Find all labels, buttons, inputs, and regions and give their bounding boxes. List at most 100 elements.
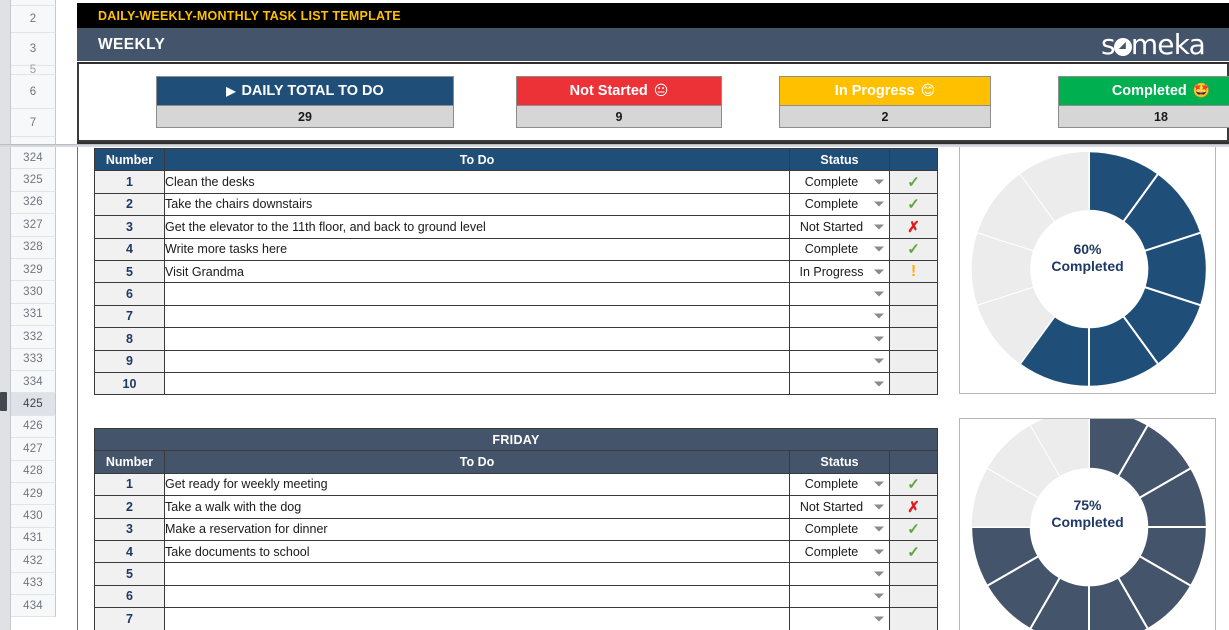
row-header-cell[interactable]: 425	[11, 393, 56, 416]
task-cell[interactable]	[164, 584, 790, 609]
task-cell[interactable]	[164, 327, 790, 351]
row-header-cell[interactable]: 7	[11, 109, 56, 137]
task-cell[interactable]	[164, 562, 790, 586]
status-dropdown[interactable]: Complete	[789, 472, 890, 497]
chevron-down-icon[interactable]	[874, 358, 884, 364]
status-dropdown[interactable]: In Progress	[789, 259, 890, 284]
status-dropdown[interactable]	[789, 607, 890, 630]
row-header-cell[interactable]: 3	[11, 33, 56, 66]
task-cell[interactable]: Get ready for weekly meeting	[164, 472, 790, 497]
status-indicator-cell: ✓	[889, 170, 938, 194]
task-cell[interactable]: Take a walk with the dog	[164, 495, 790, 519]
table-row: 2 Take a walk with the dog Not Started ✗	[94, 495, 938, 519]
kpi-emoji-icon: 😐	[653, 83, 669, 99]
cross-icon: ✗	[907, 498, 920, 516]
status-dropdown[interactable]: Complete	[789, 237, 890, 261]
status-dropdown[interactable]: Not Started	[789, 215, 890, 239]
task-cell[interactable]: Write more tasks here	[164, 237, 790, 261]
chevron-down-icon[interactable]	[874, 504, 884, 510]
task-cell[interactable]	[164, 349, 790, 373]
status-indicator-cell	[889, 584, 938, 609]
row-header-cell[interactable]: 331	[11, 303, 56, 327]
status-dropdown[interactable]	[789, 349, 890, 373]
chevron-down-icon[interactable]	[874, 201, 884, 207]
chevron-down-icon[interactable]	[874, 616, 884, 622]
column-header-to-do[interactable]: To Do	[164, 147, 790, 172]
task-cell[interactable]	[164, 371, 790, 396]
column-header-number[interactable]: Number	[94, 450, 165, 474]
row-header-cell[interactable]: 428	[11, 460, 56, 483]
status-dropdown[interactable]	[789, 304, 890, 329]
kpi-card: Not Started 😐 9	[516, 76, 722, 128]
row-header-cell[interactable]: 329	[11, 259, 56, 282]
row-header-cell[interactable]: 330	[11, 281, 56, 304]
chevron-down-icon[interactable]	[874, 571, 884, 577]
status-dropdown[interactable]	[789, 562, 890, 586]
status-dropdown[interactable]: Complete	[789, 192, 890, 217]
task-cell[interactable]	[164, 607, 790, 630]
chevron-down-icon[interactable]	[874, 549, 884, 555]
chevron-down-icon[interactable]	[874, 179, 884, 185]
column-header-number[interactable]: Number	[94, 147, 165, 172]
column-header-to-do[interactable]: To Do	[164, 450, 790, 474]
todo-table-block: Number To Do Status 1 Clean the desks Complet…	[94, 147, 938, 396]
row-header-cell[interactable]: 434	[11, 595, 56, 618]
column-header-status[interactable]: Status	[789, 147, 890, 172]
status-dropdown[interactable]	[789, 584, 890, 609]
chevron-down-icon[interactable]	[874, 313, 884, 319]
chevron-down-icon[interactable]	[874, 336, 884, 342]
row-header-cell[interactable]: 432	[11, 550, 56, 573]
row-header-cell[interactable]: 427	[11, 438, 56, 461]
status-dropdown[interactable]: Complete	[789, 170, 890, 194]
status-dropdown[interactable]	[789, 282, 890, 306]
task-cell[interactable]	[164, 304, 790, 329]
task-cell[interactable]: Clean the desks	[164, 170, 790, 194]
row-header-cell[interactable]: 429	[11, 483, 56, 506]
task-cell[interactable]: Get the elevator to the 11th floor, and …	[164, 215, 790, 239]
task-cell[interactable]: Visit Grandma	[164, 259, 790, 284]
row-header-cell[interactable]: 325	[11, 169, 56, 192]
status-indicator-cell: ✓	[889, 539, 938, 564]
todo-table: FRIDAY Number To Do Status 1 Get ready for we…	[94, 427, 938, 630]
row-header-cell[interactable]: 334	[11, 371, 56, 394]
status-dropdown[interactable]: Complete	[789, 539, 890, 564]
row-header-cell[interactable]: 433	[11, 572, 56, 595]
row-header-cell[interactable]: 2	[11, 6, 56, 33]
kpi-label: Completed	[1111, 83, 1187, 99]
row-number-cell: 1	[94, 170, 165, 194]
chevron-down-icon[interactable]	[874, 381, 884, 387]
row-header-cell[interactable]: 327	[11, 214, 56, 237]
row-number-cell: 4	[94, 539, 165, 564]
row-header-cell[interactable]: 6	[11, 75, 56, 109]
row-header-cell[interactable]: 324	[11, 147, 56, 170]
chevron-down-icon[interactable]	[874, 291, 884, 297]
status-dropdown[interactable]: Complete	[789, 517, 890, 541]
row-header-cell[interactable]: 430	[11, 505, 56, 528]
chevron-down-icon[interactable]	[874, 526, 884, 532]
row-header-cell[interactable]: 5	[11, 64, 56, 76]
column-header-flag	[889, 450, 938, 474]
row-header-cell[interactable]: 332	[11, 326, 56, 349]
task-cell[interactable]: Take the chairs downstairs	[164, 192, 790, 217]
chevron-down-icon[interactable]	[874, 246, 884, 252]
row-header-cell[interactable]: 333	[11, 348, 56, 371]
chevron-down-icon[interactable]	[874, 481, 884, 487]
row-header-cell[interactable]: 326	[11, 191, 56, 215]
donut-center-label: 60% Completed	[960, 241, 1215, 275]
column-header-status[interactable]: Status	[789, 450, 890, 474]
row-header-cell[interactable]: 431	[11, 527, 56, 551]
chevron-down-icon[interactable]	[874, 269, 884, 275]
status-dropdown[interactable]	[789, 371, 890, 396]
row-header-cell[interactable]: 426	[11, 415, 56, 439]
row-number-cell: 2	[94, 192, 165, 217]
status-dropdown[interactable]	[789, 327, 890, 351]
task-cell[interactable]	[164, 282, 790, 306]
task-cell[interactable]: Take documents to school	[164, 539, 790, 564]
row-header-cell[interactable]: 328	[11, 236, 56, 259]
row-number-cell: 1	[94, 472, 165, 497]
task-cell[interactable]: Make a reservation for dinner	[164, 517, 790, 541]
chevron-down-icon[interactable]	[874, 224, 884, 230]
status-dropdown[interactable]: Not Started	[789, 495, 890, 519]
table-row: 5	[94, 562, 938, 586]
chevron-down-icon[interactable]	[874, 593, 884, 599]
